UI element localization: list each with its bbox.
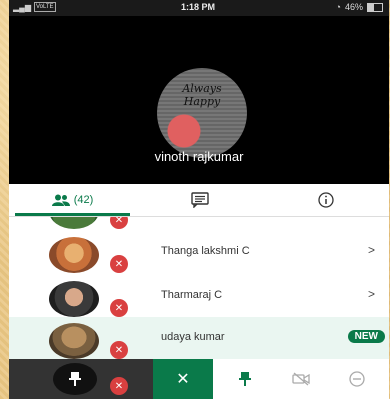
people-count: (42) [73, 194, 94, 206]
pin-button[interactable] [235, 369, 255, 389]
pin-icon [69, 372, 81, 386]
participant-avatar [49, 323, 99, 359]
pin-icon [239, 372, 251, 386]
tab-people[interactable]: (42) [9, 184, 136, 216]
action-panel [213, 359, 389, 399]
status-bar: ▂▄▆ VoLTE 1:18 PM ◔ 46% [9, 0, 389, 16]
participant-name: Tharmaraj C [161, 289, 223, 301]
muted-mic-icon: ✕ [110, 299, 128, 317]
participant-avatar [49, 217, 99, 229]
volte-badge: VoLTE [33, 2, 56, 12]
muted-mic-icon: ✕ [110, 341, 128, 359]
alarm-icon: ◔ [335, 2, 341, 12]
avatar-script-text: Always Happy [182, 82, 222, 108]
participant-list[interactable]: ✕ ✕ Thanga lakshmi C > ✕ Tharmaraj C > ✕… [9, 217, 389, 359]
participant-name: udaya kumar [161, 331, 225, 343]
video-area[interactable]: Always Happy vinoth rajkumar [9, 16, 389, 184]
phone-screen: ▂▄▆ VoLTE 1:18 PM ◔ 46% Always Happy vin… [9, 0, 389, 399]
battery-percent: 46% [344, 2, 363, 12]
video-off-icon [292, 372, 310, 386]
video-off-button[interactable] [291, 369, 311, 389]
active-tab-indicator [15, 213, 130, 216]
bottom-controls: ✕ ✕ [9, 359, 389, 399]
info-icon [318, 192, 334, 208]
list-item[interactable]: ✕ udaya kumar NEW [9, 317, 389, 359]
participant-avatar [49, 281, 99, 317]
muted-mic-icon: ✕ [110, 377, 128, 395]
chat-icon [190, 192, 209, 208]
new-badge: NEW [347, 330, 385, 343]
status-right: ◔ 46% [336, 2, 383, 12]
tab-info[interactable] [263, 184, 389, 216]
participant-name: Thanga lakshmi C [161, 245, 250, 257]
participant-avatar [49, 237, 99, 273]
status-time: 1:18 PM [181, 2, 216, 12]
chevron-right-icon[interactable]: > [368, 287, 375, 301]
battery-icon [367, 2, 383, 12]
close-button[interactable]: ✕ [153, 359, 213, 399]
list-item[interactable]: ✕ Thanga lakshmi C > [9, 231, 389, 275]
chevron-right-icon[interactable]: > [368, 243, 375, 257]
list-item[interactable]: ✕ Tharmaraj C > [9, 275, 389, 319]
list-item[interactable]: ✕ [9, 217, 389, 231]
speaker-name: vinoth rajkumar [154, 149, 244, 164]
speaker-avatar: Always Happy [157, 68, 247, 158]
muted-mic-icon: ✕ [110, 217, 128, 229]
remove-button[interactable] [347, 369, 367, 389]
tab-chat[interactable] [136, 184, 263, 216]
minus-circle-icon [349, 371, 365, 387]
self-view: ✕ [9, 359, 153, 399]
status-left: ▂▄▆ VoLTE [13, 2, 56, 12]
muted-mic-icon: ✕ [110, 255, 128, 273]
signal-icon: ▂▄▆ [13, 2, 31, 12]
people-icon [51, 194, 70, 206]
tab-bar: (42) [9, 184, 389, 217]
